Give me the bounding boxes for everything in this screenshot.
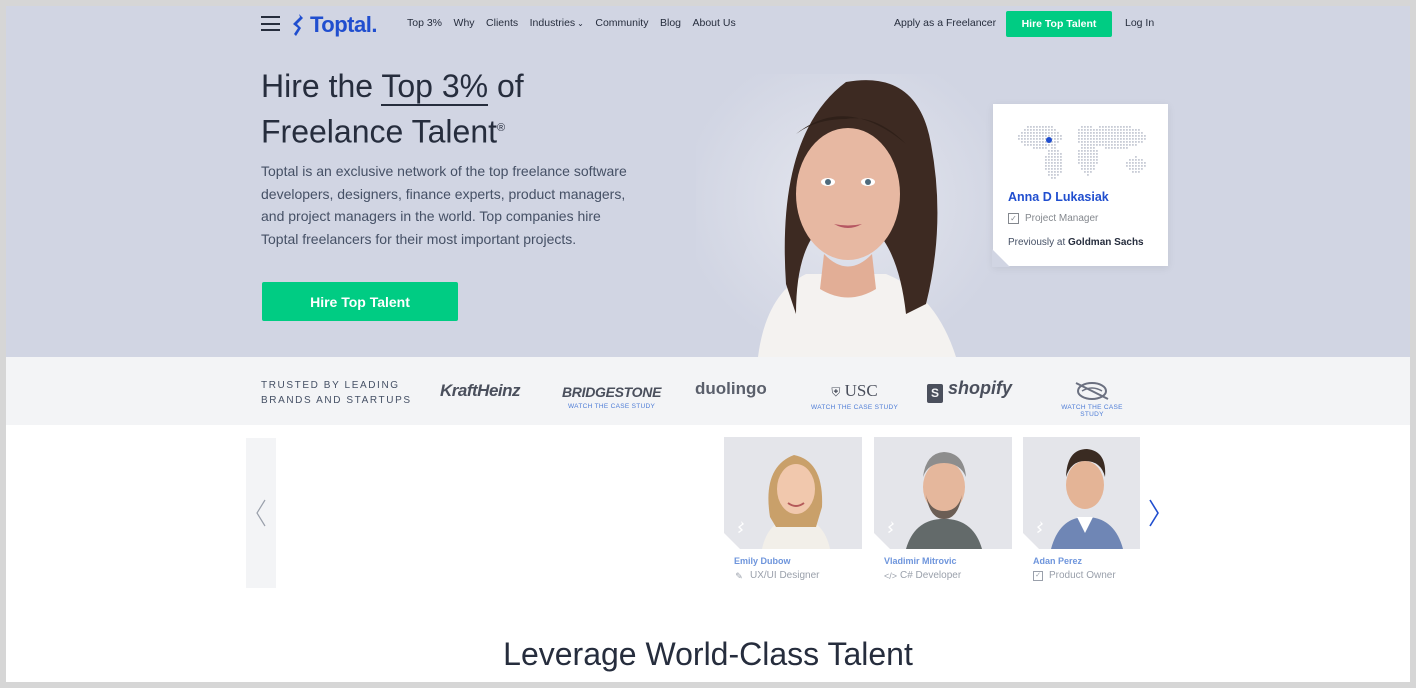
cavaliers-sword-icon — [1075, 382, 1109, 400]
brand-cavaliers-logo[interactable]: WATCH THE CASE STUDY — [1054, 379, 1130, 418]
previous-company: Goldman Sachs — [1068, 237, 1144, 248]
brand-bridgestone-logo[interactable]: BRIDGESTONE WATCH THE CASE STUDY — [562, 384, 661, 410]
login-link[interactable]: Log In — [1125, 17, 1154, 29]
profile-previous-employer: Previously at Goldman Sachs — [1008, 237, 1144, 248]
chevron-down-icon: ⌄ — [577, 19, 584, 28]
trusted-brands-strip: TRUSTED BY LEADING BRANDS AND STARTUPS K… — [6, 357, 1410, 425]
talent-role: ✓ Product Owner — [1033, 570, 1140, 581]
brand-name: S shopify — [927, 378, 1012, 403]
watch-case-study-link[interactable]: WATCH THE CASE STUDY — [1054, 404, 1130, 418]
talent-role-label: C# Developer — [900, 570, 962, 581]
toptal-watermark-icon — [738, 521, 744, 533]
brand-name-text: USC — [844, 381, 878, 400]
toptal-logo-icon — [293, 14, 303, 36]
toptal-logo[interactable]: Toptal. — [290, 10, 377, 40]
brand-name: ⛨ USC — [811, 381, 898, 401]
headline-prefix: Hire the — [261, 68, 382, 104]
usc-shield-icon: ⛨ — [831, 385, 841, 399]
talent-role-label: Product Owner — [1049, 570, 1116, 581]
top-navigation: Toptal. Top 3% Why Clients Industries ⌄ C… — [6, 6, 1410, 44]
nav-link-industries-label: Industries — [529, 17, 576, 29]
profile-role-label: Project Manager — [1025, 213, 1099, 224]
brand-usc-logo[interactable]: ⛨ USC WATCH THE CASE STUDY — [811, 381, 898, 411]
talent-card[interactable]: Emily Dubow ✎ UX/UI Designer — [724, 437, 862, 581]
brand-name-text: shopify — [948, 378, 1013, 398]
freelancer-portrait-image — [696, 74, 996, 357]
nav-link-about-us[interactable]: About Us — [693, 17, 736, 29]
nav-link-why[interactable]: Why — [454, 17, 475, 29]
profile-role: ✓ Project Manager — [1008, 213, 1098, 224]
toptal-watermark-icon — [1037, 521, 1043, 533]
code-icon: </> — [884, 570, 898, 581]
hero-headline: Hire the Top 3% of Freelance Talent® — [261, 65, 681, 153]
hero-section: Toptal. Top 3% Why Clients Industries ⌄ C… — [6, 6, 1410, 357]
headline-suffix: of — [488, 68, 524, 104]
checkbox-icon: ✓ — [1033, 570, 1043, 581]
hamburger-menu-icon[interactable] — [261, 16, 280, 31]
nav-links: Top 3% Why Clients Industries ⌄ Community… — [407, 17, 747, 29]
talent-name[interactable]: Adan Perez — [1033, 556, 1140, 566]
watch-case-study-link[interactable]: WATCH THE CASE STUDY — [562, 403, 661, 410]
featured-profile-card[interactable]: Anna D Lukasiak ✓ Project Manager Previo… — [992, 104, 1168, 267]
chevron-left-icon — [256, 499, 266, 527]
previously-prefix: Previously at — [1008, 237, 1069, 248]
nav-link-top-3[interactable]: Top 3% — [407, 17, 442, 29]
nav-link-industries[interactable]: Industries ⌄ — [530, 17, 584, 29]
nav-link-blog[interactable]: Blog — [660, 17, 681, 29]
talent-photo — [1023, 437, 1140, 549]
registered-mark: ® — [497, 122, 506, 134]
hire-top-talent-button[interactable]: Hire Top Talent — [262, 282, 458, 321]
nav-link-clients[interactable]: Clients — [486, 17, 518, 29]
carousel-prev-button[interactable] — [246, 438, 276, 588]
trusted-line-2: BRANDS AND STARTUPS — [261, 395, 412, 406]
section-title: Leverage World-Class Talent — [503, 636, 913, 672]
hire-top-talent-nav-button[interactable]: Hire Top Talent — [1006, 11, 1112, 37]
checkbox-icon: ✓ — [1008, 213, 1019, 224]
talent-role: </> C# Developer — [884, 570, 1012, 581]
shopify-bag-icon: S — [927, 384, 943, 403]
brand-name: KraftHeinz — [440, 381, 521, 400]
talent-photo — [874, 437, 1012, 549]
talent-role-label: UX/UI Designer — [750, 570, 820, 581]
profile-name: Anna D Lukasiak — [1008, 190, 1109, 204]
logo-text: Toptal — [310, 12, 372, 37]
brand-shopify-logo: S shopify — [927, 378, 1012, 403]
pen-tool-icon: ✎ — [735, 570, 743, 581]
brand-duolingo-logo: duolingo — [695, 379, 767, 399]
world-map-icon — [1018, 126, 1146, 179]
headline-line2: Freelance Talent — [261, 113, 497, 150]
browser-viewport: Toptal. Top 3% Why Clients Industries ⌄ C… — [6, 6, 1410, 682]
talent-card[interactable]: Adan Perez ✓ Product Owner — [1023, 437, 1140, 581]
hero-description: Toptal is an exclusive network of the to… — [261, 163, 627, 247]
talent-card[interactable]: Vladimir Mitrovic </> C# Developer — [874, 437, 1012, 581]
watch-case-study-link[interactable]: WATCH THE CASE STUDY — [811, 404, 898, 411]
talent-name[interactable]: Vladimir Mitrovic — [884, 556, 1012, 566]
chevron-right-icon — [1149, 499, 1159, 527]
nav-link-community[interactable]: Community — [595, 17, 648, 29]
talent-photo — [724, 437, 862, 549]
brand-kraftheinz-logo: KraftHeinz — [440, 381, 521, 401]
trusted-line-1: TRUSTED BY LEADING — [261, 380, 400, 391]
talent-name[interactable]: Emily Dubow — [734, 556, 862, 566]
apply-freelancer-link[interactable]: Apply as a Freelancer — [894, 17, 996, 29]
carousel-next-button[interactable] — [1146, 498, 1162, 528]
toptal-watermark-icon — [888, 521, 894, 533]
talent-role: ✎ UX/UI Designer — [734, 570, 862, 581]
trusted-by-label: TRUSTED BY LEADING BRANDS AND STARTUPS — [261, 378, 412, 408]
brand-name: duolingo — [695, 379, 767, 398]
brand-name: BRIDGESTONE — [562, 384, 662, 400]
headline-highlight: Top 3% — [381, 68, 489, 106]
